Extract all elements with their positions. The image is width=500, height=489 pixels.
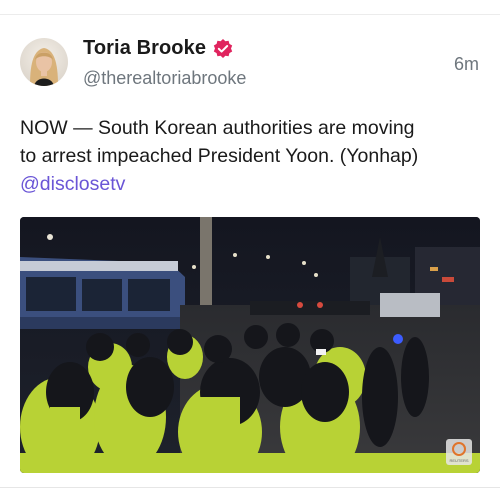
post-text: NOW — South Korean authorities are movin… bbox=[20, 114, 490, 198]
mention-link[interactable]: @disclosetv bbox=[20, 170, 490, 198]
post-video[interactable]: REUTERS bbox=[20, 217, 480, 473]
post-timestamp[interactable]: 6m bbox=[454, 54, 479, 75]
post-text-line: to arrest impeached President Yoon. (Yon… bbox=[20, 145, 419, 167]
video-frame bbox=[20, 217, 480, 473]
watermark-label: REUTERS bbox=[449, 457, 469, 463]
bottom-divider bbox=[0, 487, 500, 488]
reuters-watermark-icon: REUTERS bbox=[446, 439, 472, 465]
author-handle[interactable]: @therealtoriabrooke bbox=[83, 68, 246, 89]
post-text-line: NOW — South Korean authorities are movin… bbox=[20, 117, 415, 139]
verified-badge-icon bbox=[212, 38, 234, 60]
avatar[interactable] bbox=[20, 38, 68, 86]
author-name[interactable]: Toria Brooke bbox=[83, 37, 206, 60]
top-divider bbox=[0, 14, 500, 15]
author-row: Toria Brooke bbox=[83, 37, 234, 60]
